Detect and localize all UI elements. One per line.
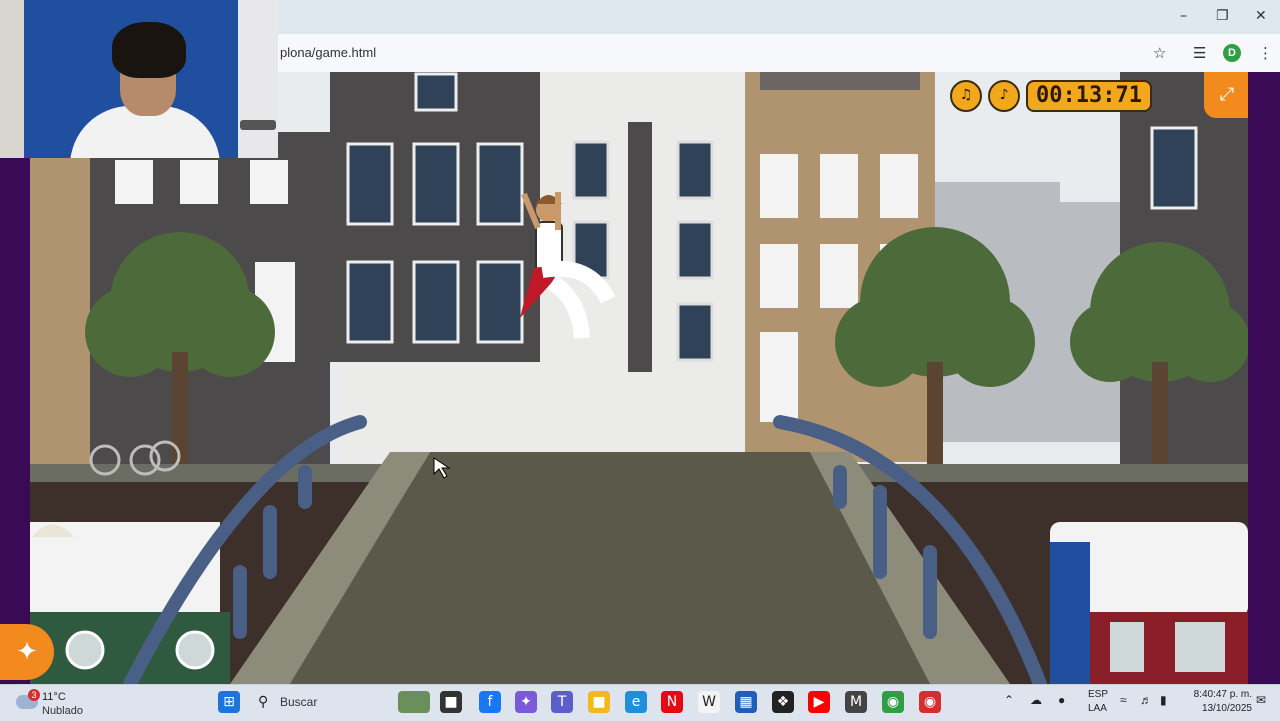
dropbox-icon[interactable]: ❖ <box>772 691 794 713</box>
webcam-overlay <box>0 0 278 158</box>
facebook-icon[interactable]: f <box>479 691 501 713</box>
weather-temp: 11°C <box>42 691 66 703</box>
file-explorer-icon[interactable]: ■ <box>588 691 610 713</box>
boat-right <box>1050 522 1248 684</box>
edge-icon[interactable]: e <box>625 691 647 713</box>
store-icon[interactable]: ▦ <box>735 691 757 713</box>
chrome-red-icon[interactable]: ◉ <box>919 691 941 713</box>
wikipedia-icon[interactable]: W <box>698 691 720 713</box>
minimize-button[interactable]: – <box>1180 8 1187 24</box>
url-text[interactable]: plona/game.html <box>280 45 376 60</box>
notification-badge: 3 <box>28 689 40 701</box>
game-timer: 00:13:71 <box>1026 80 1152 112</box>
expand-icon[interactable]: ⤢ <box>1204 72 1248 118</box>
teams-icon[interactable]: T <box>551 691 573 713</box>
taskbar-search[interactable]: ⚲ Buscar <box>252 690 386 716</box>
search-icon: ⚲ <box>258 694 269 710</box>
close-button[interactable]: ✕ <box>1255 8 1267 24</box>
onedrive-icon[interactable]: ☁ <box>1030 693 1042 707</box>
notifications-icon[interactable]: ✉ <box>1256 693 1266 707</box>
music-icon[interactable]: ♪ <box>988 80 1021 112</box>
clock-date: 13/10/2025 <box>1201 703 1252 714</box>
netflix-icon[interactable]: N <box>661 691 683 713</box>
keyboard-layout[interactable]: LAA <box>1088 703 1107 714</box>
task-view-icon[interactable]: ■ <box>440 691 462 713</box>
search-label: Buscar <box>280 695 318 709</box>
boat-left <box>30 522 230 684</box>
chevron-up-icon[interactable]: ⌃ <box>1004 693 1014 707</box>
maximize-button[interactable]: ❐ <box>1216 8 1229 24</box>
game-scene <box>30 72 1248 684</box>
copilot-icon[interactable]: ✦ <box>515 691 537 713</box>
wifi-icon[interactable]: ≈ <box>1120 693 1127 707</box>
sound-icon[interactable]: ♫ <box>950 80 983 112</box>
game-hud: ♫ ♪ 00:13:71 <box>950 80 1152 112</box>
media-control-icon[interactable]: ☰ <box>1193 44 1206 62</box>
youtube-icon[interactable]: ▶ <box>808 691 830 713</box>
chrome-icon[interactable]: ◉ <box>882 691 904 713</box>
volume-icon[interactable]: ♬ <box>1140 693 1152 707</box>
building-tan-left <box>30 152 90 482</box>
clock-time: 8:40:47 p. m. <box>1193 689 1252 700</box>
widgets-icon[interactable] <box>398 691 430 713</box>
battery-icon[interactable]: ▮ <box>1160 693 1167 707</box>
game-canvas[interactable]: ♫ ♪ 00:13:71 ⤢ <box>30 72 1248 684</box>
weather-condition: Nublado <box>42 705 83 717</box>
building-dark-center <box>330 72 540 462</box>
page-left-margin <box>0 158 30 684</box>
profile-avatar[interactable]: D <box>1223 44 1241 62</box>
windows-start-icon[interactable]: ⊞ <box>218 691 240 713</box>
menu-kebab-icon[interactable]: ⋮ <box>1258 44 1273 62</box>
page-right-margin <box>1248 72 1280 684</box>
taskbar: 3 11°C Nublado ⊞ ⚲ Buscar ■ f ✦ T ■ e N … <box>0 684 1280 721</box>
system-clock[interactable]: 8:40:47 p. m. 13/10/2025 <box>1182 688 1252 716</box>
microphone-icon[interactable]: ● <box>1058 693 1065 707</box>
weather-widget[interactable]: 3 11°C Nublado <box>14 689 104 717</box>
walking-person-icon[interactable]: ✦ <box>0 624 54 680</box>
bookmark-star-icon[interactable]: ☆ <box>1153 44 1166 62</box>
app-m-icon[interactable]: M <box>845 691 867 713</box>
language-indicator[interactable]: ESP <box>1088 689 1108 700</box>
